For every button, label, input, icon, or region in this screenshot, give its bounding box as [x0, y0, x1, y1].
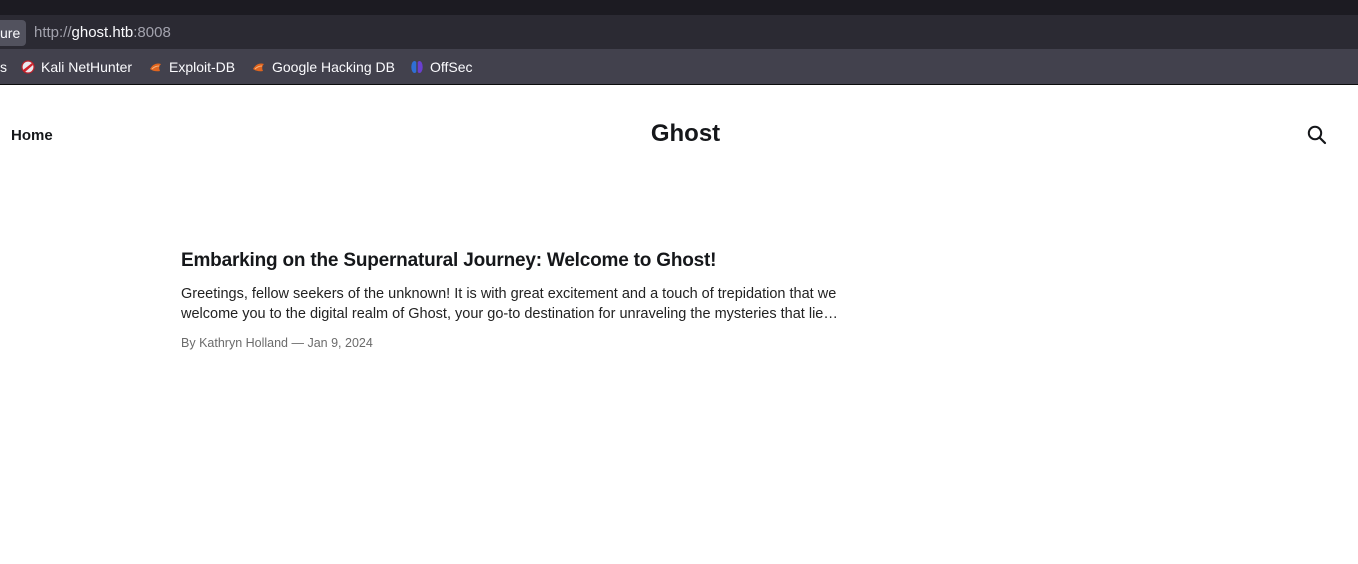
post-author: Kathryn Holland: [199, 336, 289, 350]
bookmark-google-hacking-db[interactable]: Google Hacking DB: [252, 49, 395, 84]
ghdb-icon: [252, 60, 266, 74]
url-text[interactable]: http://ghost.htb:8008: [34, 24, 171, 41]
search-icon[interactable]: [1306, 124, 1328, 146]
post-excerpt: Greetings, fellow seekers of the unknown…: [181, 286, 838, 322]
bookmarks-toolbar: s Kali NetHunter Exploit-DB Google Hacki…: [0, 49, 1358, 85]
connection-security-label[interactable]: ure: [0, 20, 26, 46]
bookmark-label: Kali NetHunter: [41, 58, 133, 75]
url-port: :8008: [133, 24, 171, 41]
bookmark-offsec[interactable]: OffSec: [410, 49, 473, 84]
author-prefix: By: [181, 336, 200, 350]
bookmark-label: Exploit-DB: [169, 58, 236, 75]
bookmark-kali-nethunter[interactable]: Kali NetHunter: [21, 49, 132, 84]
nethunter-icon: [21, 59, 35, 74]
url-scheme: http://: [34, 24, 72, 41]
bookmark-truncated[interactable]: s: [0, 49, 7, 84]
date-separator: —: [288, 336, 308, 350]
post-title[interactable]: Embarking on the Supernatural Journey: W…: [181, 248, 901, 274]
exploitdb-icon: [149, 60, 163, 74]
post-card[interactable]: Embarking on the Supernatural Journey: W…: [181, 248, 901, 350]
bookmark-exploit-db[interactable]: Exploit-DB: [149, 49, 235, 84]
browser-title-strip: [0, 0, 1358, 15]
bookmark-label: OffSec: [430, 58, 473, 75]
url-bar[interactable]: [0, 15, 1358, 49]
url-host: ghost.htb: [71, 24, 134, 41]
bookmark-label: s: [0, 58, 7, 75]
bookmark-label: Google Hacking DB: [272, 58, 395, 75]
offsec-icon: [410, 60, 424, 74]
post-date: Jan 9, 2024: [307, 336, 373, 350]
site-title[interactable]: Ghost: [0, 120, 1358, 148]
post-meta: By Kathryn Holland — Jan 9, 2024: [181, 336, 901, 350]
